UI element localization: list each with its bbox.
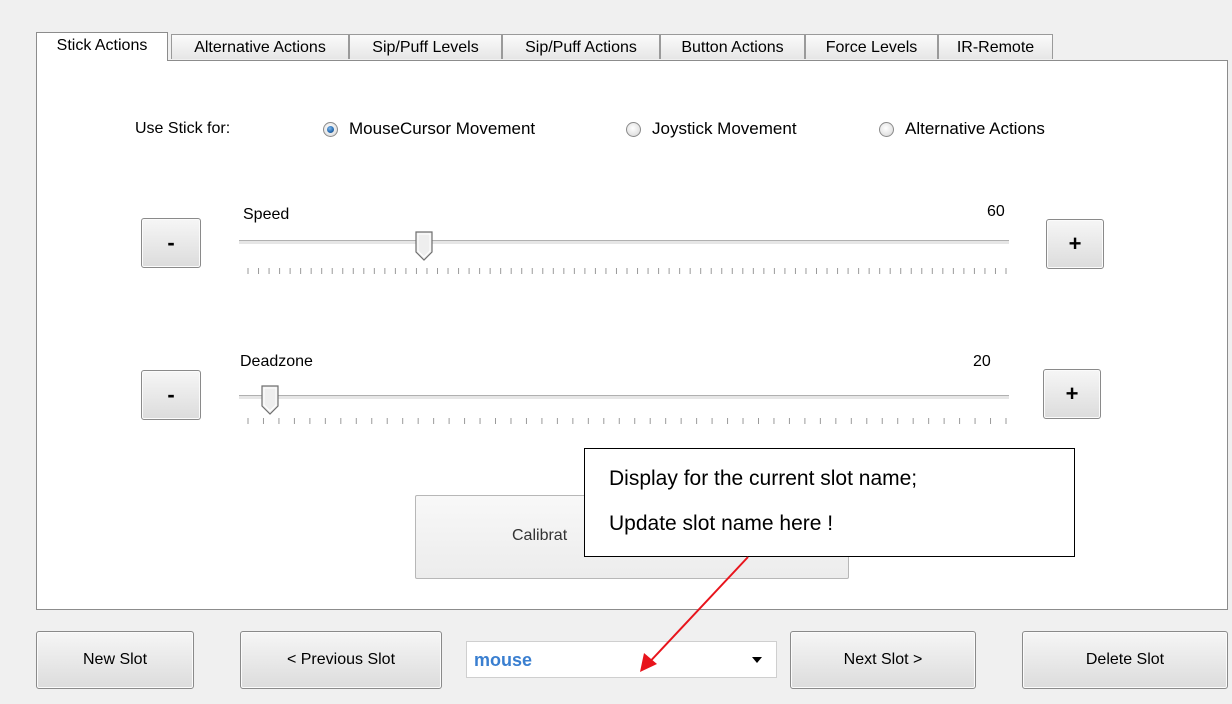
speed-value: 60	[987, 203, 1005, 220]
previous-slot-button[interactable]: < Previous Slot	[240, 631, 442, 689]
slot-name-value[interactable]: mouse	[474, 650, 532, 671]
radio-joystick-movement[interactable]: Joystick Movement	[626, 117, 797, 141]
deadzone-slider-ticks	[247, 418, 1007, 424]
tab-ir-remote[interactable]: IR-Remote	[938, 34, 1053, 59]
radio-selected-icon	[323, 121, 338, 137]
tab-stick-actions[interactable]: Stick Actions	[36, 32, 168, 61]
use-stick-label: Use Stick for:	[135, 120, 231, 137]
deadzone-label: Deadzone	[240, 353, 313, 370]
radio-alternative-actions[interactable]: Alternative Actions	[879, 117, 1045, 141]
speed-slider-ticks	[247, 268, 1007, 274]
speed-decrease-button[interactable]: -	[141, 218, 201, 268]
callout-line-1: Display for the current slot name;	[609, 467, 918, 490]
deadzone-slider-track[interactable]	[239, 395, 1009, 400]
deadzone-slider-thumb[interactable]	[261, 385, 279, 415]
tab-force-levels[interactable]: Force Levels	[805, 34, 938, 59]
tab-alternative-actions[interactable]: Alternative Actions	[171, 34, 349, 59]
radio-label: MouseCursor Movement	[349, 119, 536, 138]
speed-label: Speed	[243, 206, 290, 223]
radio-unselected-icon	[879, 121, 894, 137]
calibrate-label: Calibrat	[512, 527, 568, 544]
speed-slider-track[interactable]	[239, 240, 1009, 245]
deadzone-value: 20	[973, 353, 991, 370]
tab-button-actions[interactable]: Button Actions	[660, 34, 805, 59]
radio-mousecursor-movement[interactable]: MouseCursor Movement	[323, 117, 535, 141]
speed-slider-thumb[interactable]	[415, 231, 433, 261]
tab-sip-puff-actions[interactable]: Sip/Puff Actions	[502, 34, 660, 59]
speed-increase-button[interactable]: +	[1046, 219, 1104, 269]
radio-label: Joystick Movement	[652, 119, 797, 138]
dropdown-arrow-icon[interactable]	[752, 657, 762, 663]
new-slot-button[interactable]: New Slot	[36, 631, 194, 689]
deadzone-decrease-button[interactable]: -	[141, 370, 201, 420]
delete-slot-button[interactable]: Delete Slot	[1022, 631, 1228, 689]
callout-line-2: Update slot name here !	[609, 512, 834, 535]
annotation-callout: Display for the current slot name; Updat…	[584, 448, 1075, 557]
radio-label: Alternative Actions	[905, 119, 1045, 138]
tab-sip-puff-levels[interactable]: Sip/Puff Levels	[349, 34, 502, 59]
radio-unselected-icon	[626, 121, 641, 137]
deadzone-increase-button[interactable]: +	[1043, 369, 1101, 419]
slot-name-combobox[interactable]: mouse	[466, 641, 777, 678]
next-slot-button[interactable]: Next Slot >	[790, 631, 976, 689]
